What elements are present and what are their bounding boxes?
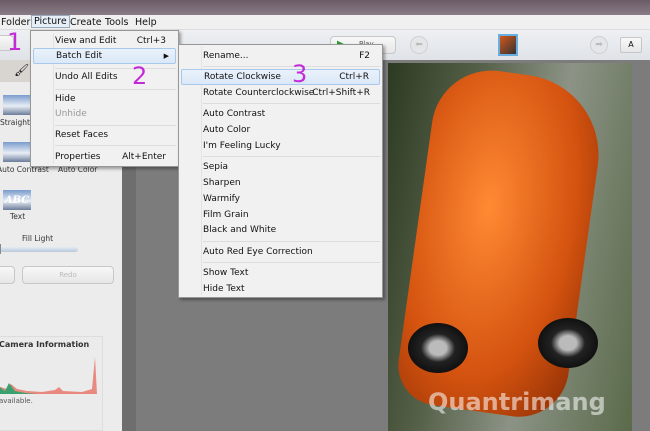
menu-item-reset-faces[interactable]: Reset Faces (33, 127, 176, 143)
label: Auto Contrast (203, 109, 266, 119)
label: Batch Edit (56, 51, 103, 61)
step-3-marker: 3 (292, 60, 308, 88)
label: View and Edit (55, 36, 117, 46)
label: Unhide (55, 109, 87, 119)
menu-picture[interactable]: Picture (31, 15, 70, 28)
menu-item-rename[interactable]: Rename... F2 (181, 48, 380, 64)
menu-item-show-text[interactable]: Show Text (181, 265, 380, 281)
wheel (538, 318, 598, 368)
menu-item-hide[interactable]: Hide (33, 91, 176, 107)
current-thumbnail[interactable] (498, 34, 518, 56)
menu-item-sepia[interactable]: Sepia (181, 159, 380, 175)
shortcut: Ctrl+Shift+R (312, 88, 370, 98)
next-arrow-icon[interactable]: ➡ (590, 36, 608, 54)
step-2-marker: 2 (132, 62, 148, 90)
shortcut: F2 (359, 51, 370, 61)
camera-info-title: Camera Information (0, 340, 90, 349)
label: Undo All Edits (55, 72, 118, 82)
menu-item-hide-text[interactable]: Hide Text (181, 281, 380, 297)
menu-help[interactable]: Help (135, 17, 157, 28)
menu-item-properties[interactable]: Properties Alt+Enter (33, 149, 176, 165)
label: Rename... (203, 51, 249, 61)
text-toggle-button[interactable]: A (620, 37, 642, 53)
menu-tools[interactable]: Tools (105, 17, 128, 28)
menu-item-auto-color[interactable]: Auto Color (181, 122, 380, 138)
shortcut: Ctrl+R (339, 72, 369, 82)
text-thumb[interactable]: ABC (3, 190, 31, 210)
redo-button[interactable]: Redo (22, 266, 114, 284)
label: Auto Color (203, 125, 251, 135)
brush-icon[interactable]: 🖌 (14, 63, 29, 77)
histogram (0, 357, 97, 394)
photo: Quantrimang (388, 63, 632, 431)
camera-info-box: Camera Information available. (0, 336, 103, 431)
label: Auto Red Eye Correction (203, 247, 313, 257)
label: Properties (55, 152, 101, 162)
undo-button[interactable] (0, 266, 15, 284)
menu-item-view-and-edit[interactable]: View and Edit Ctrl+3 (33, 33, 176, 49)
text-label: Text (10, 212, 26, 221)
label: Sharpen (203, 178, 241, 188)
label: Show Text (203, 268, 249, 278)
menu-item-batch-edit[interactable]: Batch Edit ▶ (33, 48, 176, 64)
menu-item-auto-contrast[interactable]: Auto Contrast (181, 106, 380, 122)
title-bar (0, 0, 650, 15)
label: Warmify (203, 194, 240, 204)
picture-menu: View and Edit Ctrl+3 Batch Edit ▶ Undo All… (30, 30, 179, 167)
fill-light-handle[interactable] (0, 244, 1, 254)
watermark: Quantrimang (428, 388, 606, 416)
previous-arrow-icon[interactable]: ⬅ (410, 36, 428, 54)
batch-edit-submenu: Rename... F2 Rotate Clockwise Ctrl+R Rotat… (178, 44, 383, 298)
camera-info-status: available. (0, 397, 33, 405)
menu-item-film-grain[interactable]: Film Grain (181, 207, 380, 223)
label: Sepia (203, 162, 228, 172)
wheel (408, 323, 468, 373)
menu-item-rotate-counterclockwise[interactable]: Rotate Counterclockwise Ctrl+Shift+R (181, 85, 380, 101)
menu-item-unhide[interactable]: Unhide (33, 106, 176, 122)
submenu-arrow-icon: ▶ (163, 52, 169, 60)
auto-contrast-thumb[interactable] (3, 142, 31, 162)
label: Black and White (203, 225, 277, 235)
menu-item-feeling-lucky[interactable]: I'm Feeling Lucky (181, 138, 380, 154)
shortcut: Ctrl+3 (136, 36, 166, 46)
shortcut: Alt+Enter (122, 152, 166, 162)
label: Rotate Counterclockwise (203, 88, 315, 98)
fill-light-slider[interactable] (0, 244, 78, 254)
step-1-marker: 1 (7, 28, 23, 56)
label: Hide (55, 94, 76, 104)
label: Hide Text (203, 284, 245, 294)
menu-item-undo-all-edits[interactable]: Undo All Edits (33, 69, 176, 85)
menu-item-rotate-clockwise[interactable]: Rotate Clockwise Ctrl+R (181, 69, 380, 85)
menu-create[interactable]: Create (70, 17, 102, 28)
label: Film Grain (203, 210, 249, 220)
fill-light-label: Fill Light (22, 234, 54, 243)
menu-item-auto-red-eye[interactable]: Auto Red Eye Correction (181, 244, 380, 260)
menu-bar: Folder Picture Create Tools Help (0, 15, 650, 30)
straighten-thumb[interactable] (3, 95, 31, 115)
menu-folder[interactable]: Folder (1, 17, 30, 28)
label: I'm Feeling Lucky (203, 141, 281, 151)
menu-item-sharpen[interactable]: Sharpen (181, 175, 380, 191)
label: Rotate Clockwise (204, 72, 281, 82)
menu-item-black-and-white[interactable]: Black and White (181, 222, 380, 238)
menu-item-warmify[interactable]: Warmify (181, 191, 380, 207)
label: Reset Faces (55, 130, 109, 140)
